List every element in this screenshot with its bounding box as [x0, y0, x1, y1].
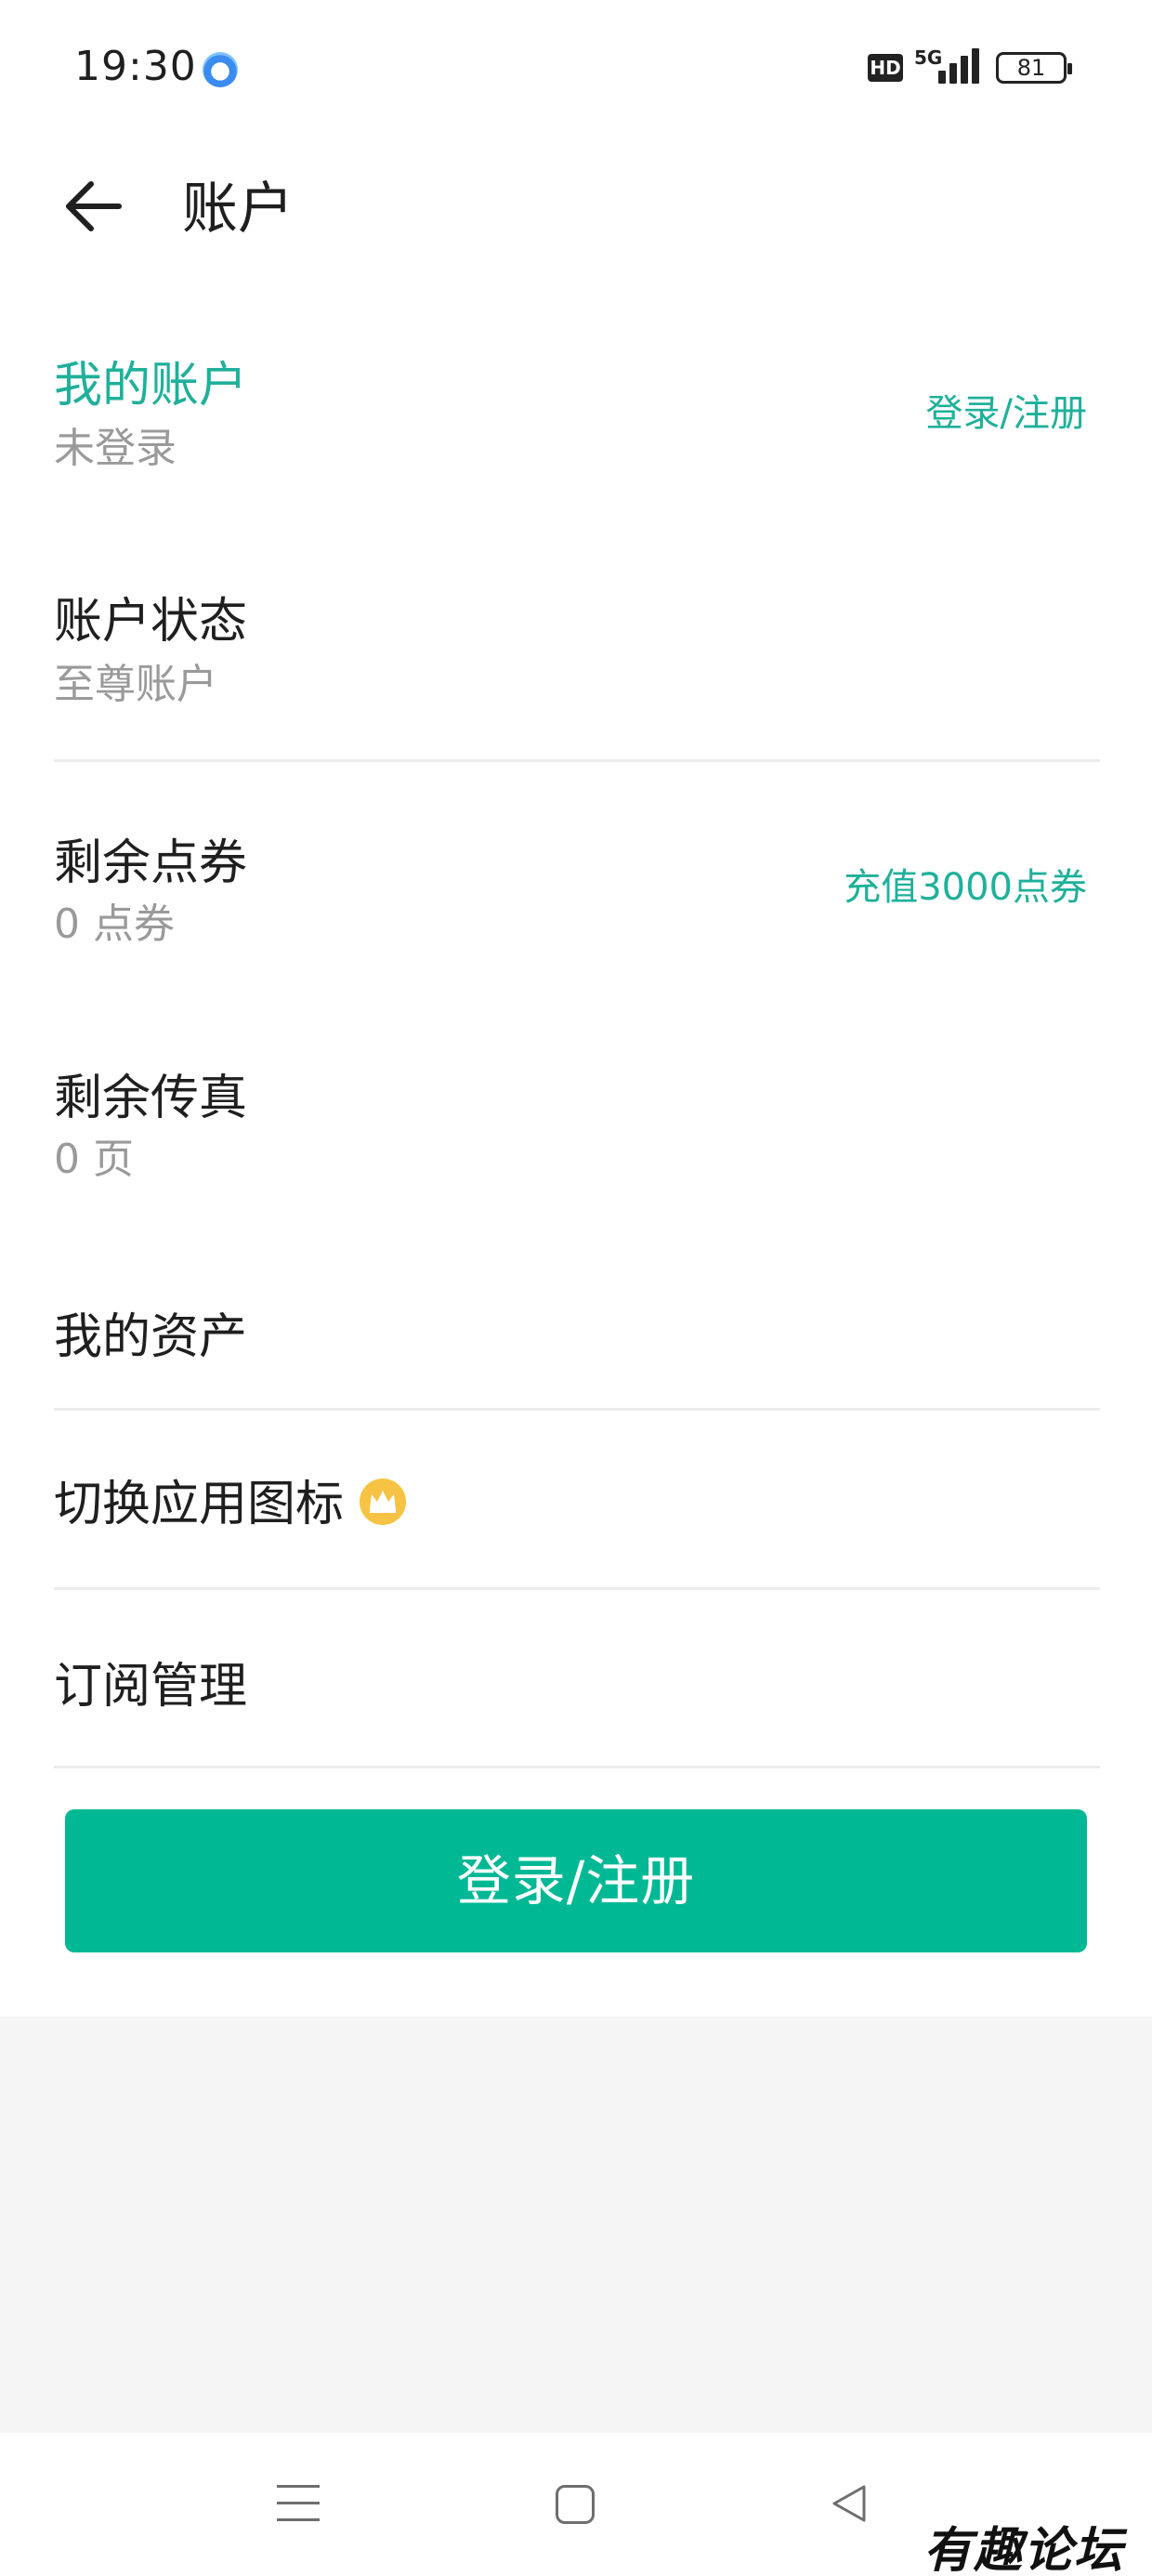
page-title: 账户: [182, 177, 294, 242]
divider: [54, 759, 1100, 762]
arrow-left-icon: [66, 181, 122, 231]
account-status-value: 至尊账户: [54, 661, 217, 708]
divider: [54, 1408, 1100, 1411]
back-button[interactable]: [58, 169, 132, 243]
switch-app-icon-label: 切换应用图标: [54, 1477, 345, 1532]
switch-app-icon-row[interactable]: 切换应用图标: [0, 1413, 1152, 1587]
account-status-title: 账户状态: [54, 594, 248, 650]
battery-icon: 81: [996, 52, 1072, 84]
subscription-row[interactable]: 订阅管理: [0, 1591, 1152, 1766]
crown-icon: [360, 1479, 407, 1525]
my-account-title: 我的账户: [54, 358, 248, 414]
home-icon[interactable]: [556, 2485, 595, 2524]
points-row: 剩余点券 0 点券 充值3000点券: [0, 808, 1152, 994]
fax-row: 剩余传真 0 页: [0, 1044, 1152, 1229]
status-time: 19:30: [74, 43, 197, 90]
account-status-row: 账户状态 至尊账户: [0, 567, 1152, 753]
points-title: 剩余点券: [54, 835, 248, 891]
watermark: 有趣论坛: [923, 2522, 1125, 2576]
recharge-points-link[interactable]: 充值3000点券: [844, 857, 1087, 911]
empty-area: [0, 2017, 1152, 2433]
account-page: 19:30 HD 5G 81 账户 我的账户 未登录 登录/注册 账户状态 至尊…: [0, 0, 1152, 2576]
login-register-button[interactable]: 登录/注册: [65, 1809, 1087, 1952]
divider: [54, 1587, 1100, 1590]
my-assets-title: 我的资产: [54, 1309, 248, 1365]
fax-value: 0 页: [54, 1136, 134, 1183]
divider: [54, 1766, 1100, 1768]
my-assets-row[interactable]: 我的资产: [0, 1282, 1152, 1403]
title-bar: 账户: [0, 139, 1152, 260]
back-triangle-icon[interactable]: [827, 2481, 871, 2526]
status-bar: 19:30 HD 5G 81: [0, 0, 1152, 139]
my-account-row[interactable]: 我的账户 未登录 登录/注册: [0, 325, 1152, 493]
menu-icon[interactable]: [277, 2485, 320, 2522]
points-value: 0 点券: [54, 900, 175, 948]
hd-icon: HD: [868, 54, 903, 82]
subscription-title: 订阅管理: [54, 1659, 248, 1715]
fax-title: 剩余传真: [54, 1071, 248, 1126]
login-register-link[interactable]: 登录/注册: [926, 383, 1087, 437]
signal-icon: [935, 48, 983, 84]
switch-app-icon-title: 切换应用图标: [54, 1465, 407, 1534]
my-account-status: 未登录: [54, 425, 177, 472]
app-notification-icon: [203, 52, 238, 87]
